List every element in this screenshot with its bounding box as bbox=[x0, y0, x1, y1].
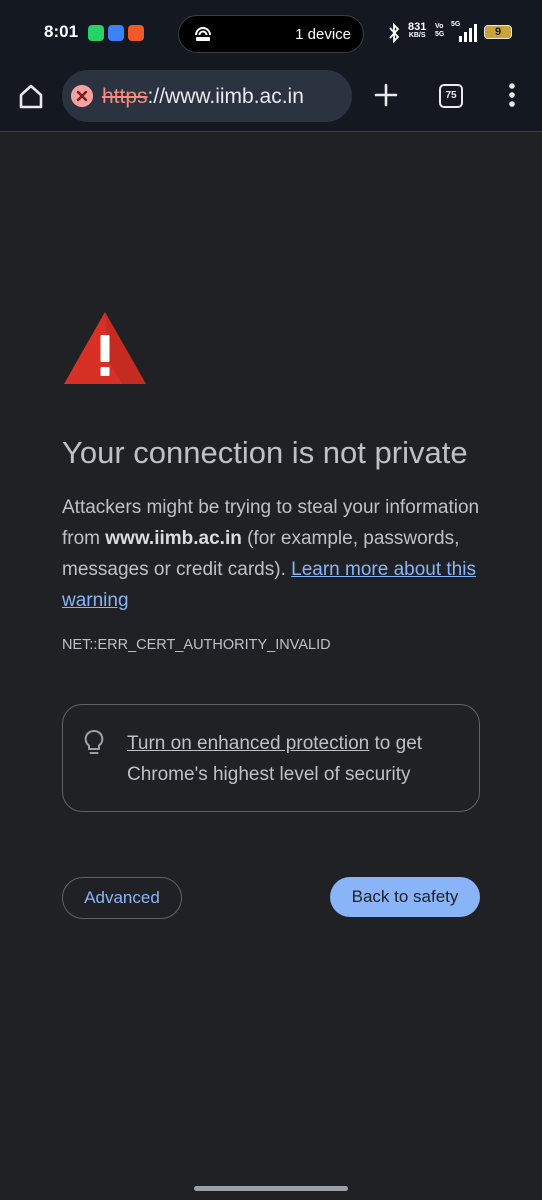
enhanced-protection-text: Turn on enhanced protection to get Chrom… bbox=[127, 728, 457, 790]
status-bar: 8:01 1 device 831 KB/S Vo 5G 5G 9 bbox=[0, 0, 542, 66]
home-icon[interactable] bbox=[16, 81, 46, 111]
warning-triangle-icon bbox=[64, 312, 146, 384]
back-to-safety-button[interactable]: Back to safety bbox=[330, 877, 480, 917]
whatsapp-icon bbox=[88, 25, 104, 41]
hotspot-icon bbox=[195, 27, 211, 41]
lightbulb-icon bbox=[84, 730, 104, 754]
url-host: ://www.iimb.ac.in bbox=[147, 85, 304, 108]
bluetooth-icon bbox=[389, 23, 400, 43]
url-text[interactable]: https://www.iimb.ac.in bbox=[102, 85, 304, 109]
tab-switcher-button[interactable]: 75 bbox=[439, 84, 463, 108]
network-speed: 831 KB/S bbox=[408, 22, 426, 40]
error-code[interactable]: NET::ERR_CERT_AUTHORITY_INVALID bbox=[62, 637, 331, 653]
brave-icon bbox=[128, 25, 144, 41]
notification-icons bbox=[88, 25, 144, 41]
advanced-button[interactable]: Advanced bbox=[62, 877, 182, 919]
dynamic-island[interactable]: 1 device bbox=[178, 15, 364, 53]
island-label: 1 device bbox=[295, 26, 351, 43]
gesture-nav-handle[interactable] bbox=[194, 1186, 348, 1191]
warning-description: Attackers might be trying to steal your … bbox=[62, 492, 482, 616]
address-bar[interactable]: https://www.iimb.ac.in bbox=[62, 70, 352, 122]
plus-icon[interactable] bbox=[373, 82, 399, 108]
app-notification-icon bbox=[108, 25, 124, 41]
signal-strength-icon bbox=[459, 24, 477, 42]
volte-indicator: Vo 5G bbox=[435, 23, 445, 38]
enhanced-protection-link[interactable]: Turn on enhanced protection bbox=[127, 733, 369, 754]
toolbar: https://www.iimb.ac.in 75 bbox=[0, 66, 542, 132]
description-domain: www.iimb.ac.in bbox=[105, 528, 242, 549]
battery-indicator: 9 bbox=[484, 25, 512, 39]
more-vert-icon[interactable] bbox=[502, 82, 522, 108]
url-scheme: https bbox=[102, 85, 148, 108]
toolbar-divider bbox=[0, 131, 542, 132]
browser-top-bar: 8:01 1 device 831 KB/S Vo 5G 5G 9 https:… bbox=[0, 0, 542, 132]
page-title: Your connection is not private bbox=[62, 435, 468, 470]
network-speed-unit: KB/S bbox=[408, 32, 426, 39]
not-secure-icon[interactable] bbox=[71, 85, 93, 107]
status-time: 8:01 bbox=[44, 22, 79, 41]
enhanced-protection-promo: Turn on enhanced protection to get Chrom… bbox=[62, 704, 480, 812]
